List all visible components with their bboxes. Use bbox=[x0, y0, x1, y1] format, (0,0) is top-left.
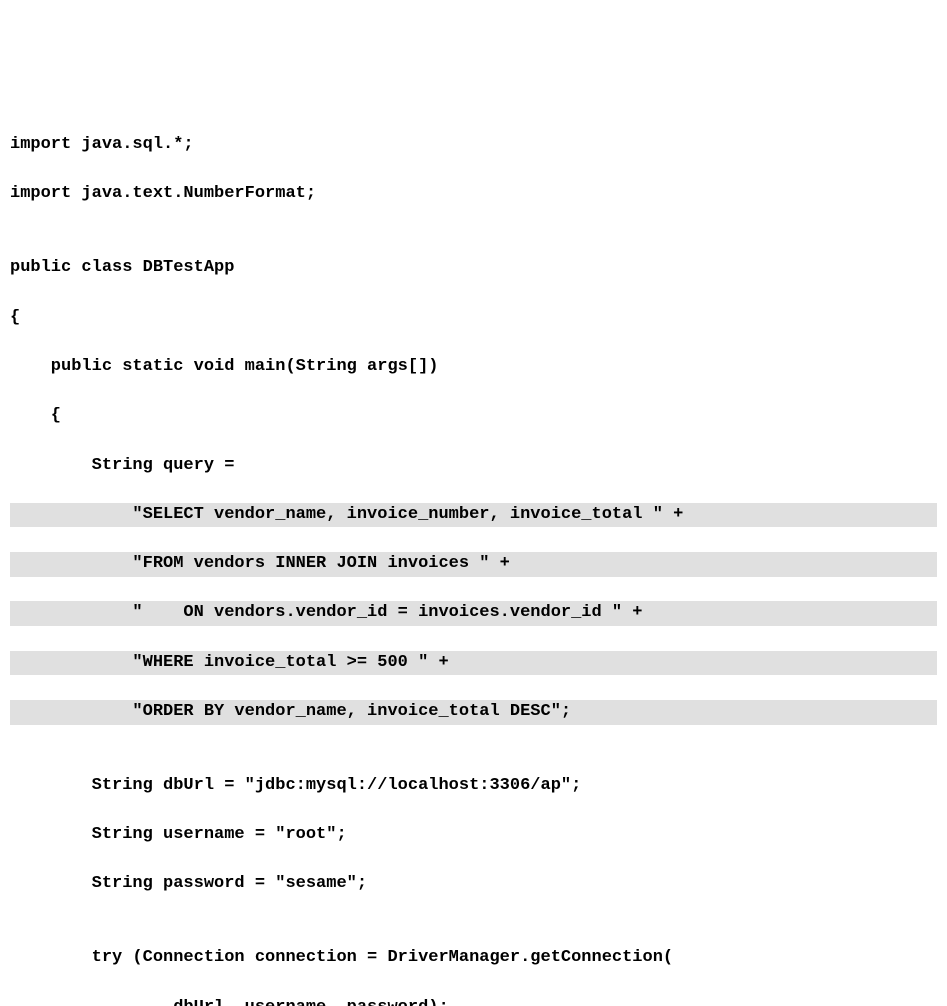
code-line-highlighted: "ORDER BY vendor_name, invoice_total DES… bbox=[10, 700, 937, 725]
code-line: dbUrl, username, password); bbox=[10, 996, 937, 1006]
code-line: import java.text.NumberFormat; bbox=[10, 182, 937, 207]
code-block: import java.sql.*; import java.text.Numb… bbox=[10, 109, 937, 1006]
code-line: String password = "sesame"; bbox=[10, 872, 937, 897]
code-line-highlighted: "WHERE invoice_total >= 500 " + bbox=[10, 651, 937, 676]
code-line: try (Connection connection = DriverManag… bbox=[10, 946, 937, 971]
code-line: public static void main(String args[]) bbox=[10, 355, 937, 380]
code-line-highlighted: "SELECT vendor_name, invoice_number, inv… bbox=[10, 503, 937, 528]
code-line-highlighted: "FROM vendors INNER JOIN invoices " + bbox=[10, 552, 937, 577]
code-line: String dbUrl = "jdbc:mysql://localhost:3… bbox=[10, 774, 937, 799]
code-line: String query = bbox=[10, 454, 937, 479]
code-line-highlighted: " ON vendors.vendor_id = invoices.vendor… bbox=[10, 601, 937, 626]
code-line: public class DBTestApp bbox=[10, 256, 937, 281]
code-line: { bbox=[10, 306, 937, 331]
code-line: import java.sql.*; bbox=[10, 133, 937, 158]
code-line: { bbox=[10, 404, 937, 429]
code-line: String username = "root"; bbox=[10, 823, 937, 848]
